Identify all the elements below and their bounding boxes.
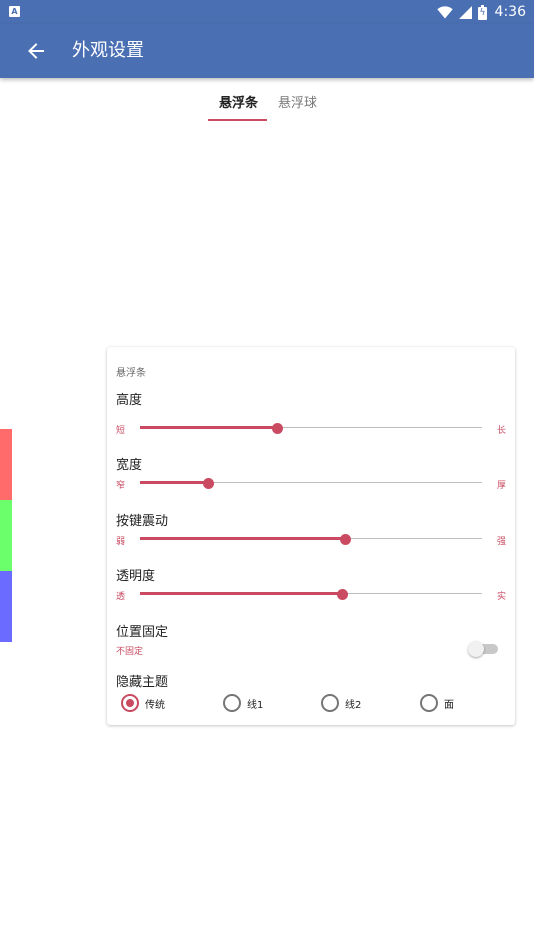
- opacity-min-label: 透: [116, 592, 126, 602]
- notification-icon: A: [9, 6, 20, 17]
- theme-radio-line1[interactable]: 线1: [223, 693, 263, 713]
- position-lock-state: 不固定: [116, 647, 144, 657]
- tab-bar: 悬浮条 悬浮球: [0, 78, 534, 122]
- arrow-left-icon[interactable]: [26, 41, 46, 61]
- status-icons: ϟ 4:36: [436, 3, 526, 21]
- width-max-label: 厚: [497, 481, 507, 491]
- theme-radio-line2[interactable]: 线2: [321, 693, 361, 713]
- position-lock-toggle[interactable]: [468, 641, 500, 657]
- height-min-label: 短: [116, 426, 126, 436]
- preview-segment-blue: [0, 571, 12, 642]
- theme-option-label: 线1: [247, 699, 264, 711]
- theme-label: 隐藏主题: [116, 675, 169, 690]
- theme-radio-group: 传统 线1 线2 面: [107, 693, 515, 713]
- radio-circle-icon: [223, 694, 241, 712]
- theme-radio-traditional[interactable]: 传统: [121, 693, 165, 713]
- height-max-label: 长: [497, 426, 507, 436]
- theme-option-label: 线2: [345, 699, 362, 711]
- width-slider-thumb[interactable]: [203, 478, 215, 489]
- theme-option-label: 面: [444, 699, 454, 711]
- preview-segment-green: [0, 500, 12, 571]
- battery-charging-icon: ϟ: [477, 4, 487, 20]
- signal-icon: [458, 5, 472, 19]
- page-title: 外观设置: [72, 40, 144, 61]
- radio-circle-icon: [321, 694, 339, 712]
- opacity-label: 透明度: [116, 569, 156, 584]
- height-slider[interactable]: [140, 421, 482, 435]
- height-slider-thumb[interactable]: [271, 423, 283, 434]
- tab-floating-ball[interactable]: 悬浮球: [278, 92, 317, 111]
- floating-bar-preview[interactable]: [0, 429, 12, 642]
- opacity-max-label: 实: [497, 592, 507, 602]
- vibration-slider-thumb[interactable]: [340, 534, 352, 545]
- height-label: 高度: [116, 393, 143, 408]
- app-bar: 外观设置: [0, 24, 534, 78]
- preview-segment-red: [0, 429, 12, 500]
- theme-radio-surface[interactable]: 面: [420, 693, 454, 713]
- position-lock-label: 位置固定: [116, 625, 169, 640]
- opacity-slider[interactable]: [140, 587, 482, 601]
- width-label: 宽度: [116, 458, 143, 473]
- width-min-label: 窄: [116, 481, 126, 491]
- vibration-min-label: 弱: [116, 537, 126, 547]
- opacity-slider-thumb[interactable]: [336, 589, 348, 600]
- radio-circle-icon: [420, 694, 438, 712]
- radio-circle-icon: [121, 694, 139, 712]
- vibration-slider[interactable]: [140, 532, 482, 546]
- vibration-max-label: 强: [497, 537, 507, 547]
- vibration-label: 按键震动: [116, 514, 169, 529]
- status-time: 4:36: [494, 4, 526, 20]
- settings-card: 悬浮条 高度 短 长 宽度 窄 厚 按键震动 弱 强 透明度 透 实 位置固定 …: [107, 347, 515, 725]
- tab-indicator: [208, 119, 267, 121]
- width-slider[interactable]: [140, 476, 482, 490]
- wifi-icon: [436, 6, 453, 19]
- theme-option-label: 传统: [145, 699, 165, 711]
- status-bar: A ϟ 4:36: [0, 0, 534, 24]
- card-title: 悬浮条: [116, 368, 146, 379]
- tab-floating-bar[interactable]: 悬浮条: [219, 92, 258, 111]
